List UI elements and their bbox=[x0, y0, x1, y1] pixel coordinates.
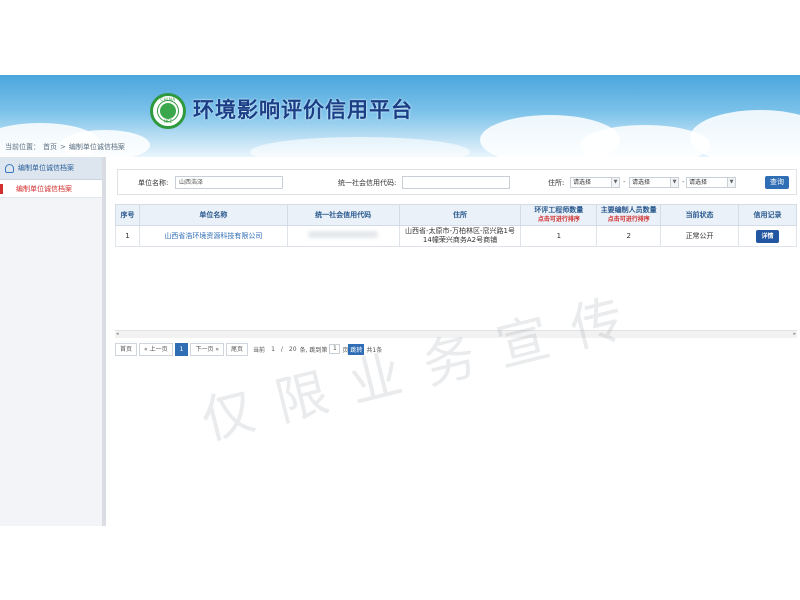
last-page-button[interactable]: 尾页 bbox=[226, 342, 249, 356]
chevron-down-icon: ▼ bbox=[670, 178, 678, 187]
sidebar-item-label: 编制单位诚信档案 bbox=[16, 184, 72, 193]
cell-status: 正常公开 bbox=[660, 225, 739, 247]
table-row: 1 山西省浩环境资源科技有限公司 山西省-太原市-万柏林区-窊兴路1号14幢荣兴… bbox=[115, 225, 797, 247]
cell-credit-record: 详情 bbox=[738, 225, 797, 247]
logo-top-text: CHINA bbox=[160, 97, 176, 102]
cloud-decoration bbox=[690, 110, 800, 157]
district-select[interactable]: 请选择 ▼ bbox=[686, 177, 736, 188]
header-status: 当前状态 bbox=[660, 204, 739, 226]
header-credit-record: 信用记录 bbox=[738, 204, 797, 226]
horizontal-scrollbar[interactable]: ◂ ▸ bbox=[115, 330, 797, 338]
pager-slash: / bbox=[280, 345, 283, 353]
staff-sort-hint[interactable]: 点击可进行排序 bbox=[599, 215, 658, 224]
first-page-button[interactable]: 首页 bbox=[115, 342, 138, 356]
chevron-down-icon: ▼ bbox=[611, 178, 619, 187]
redacted-credit-code bbox=[308, 231, 379, 238]
page-frame: CHINA MEE 环境影响评价信用平台 当前位置： 首页 > 编制单位诚信档案 编制… bbox=[0, 75, 800, 526]
pager-current-label: 当前 bbox=[253, 346, 266, 354]
sidebar-section-title: 编制单位诚信档案 bbox=[18, 164, 74, 172]
address-dash: - bbox=[682, 178, 685, 186]
pagination: 首页 « 上一页 1 下一页 » 尾页 当前 1 / 20 条, 跳到第 1 页… bbox=[115, 342, 382, 356]
address-label: 住所: bbox=[548, 179, 565, 187]
cell-staff-count: 2 bbox=[596, 225, 662, 247]
cell-index: 1 bbox=[115, 225, 140, 247]
header-address: 住所 bbox=[398, 204, 522, 226]
prev-page-button[interactable]: « 上一页 bbox=[139, 342, 173, 356]
sidebar-item-unit-credit-archive[interactable]: 编制单位诚信档案 bbox=[0, 180, 102, 198]
credit-code-input[interactable] bbox=[402, 176, 510, 189]
logo-bottom-text: MEE bbox=[163, 119, 173, 124]
chevron-down-icon: ▼ bbox=[727, 178, 735, 187]
mee-logo-icon: CHINA MEE bbox=[150, 93, 186, 129]
breadcrumb-prefix: 当前位置： bbox=[5, 143, 40, 151]
table-header-row: 序号 单位名称 统一社会信用代码 住所 环评工程师数量 点击可进行排序 主要编制… bbox=[115, 204, 797, 226]
active-indicator bbox=[0, 184, 3, 194]
address-dash: - bbox=[623, 178, 626, 186]
credit-code-label: 统一社会信用代码: bbox=[338, 179, 397, 187]
pager-page-of: 1 bbox=[271, 345, 275, 353]
detail-button[interactable]: 详情 bbox=[756, 229, 779, 243]
header-credit-code: 统一社会信用代码 bbox=[286, 204, 400, 226]
breadcrumb-home-link[interactable]: 首页 bbox=[43, 143, 57, 151]
query-button[interactable]: 查询 bbox=[765, 176, 789, 189]
breadcrumb-separator: > bbox=[60, 143, 66, 151]
pager-total: 共1条 bbox=[366, 346, 383, 354]
cell-credit-code bbox=[286, 225, 400, 247]
province-select-value: 请选择 bbox=[573, 179, 592, 186]
sidebar: 编制单位诚信档案 编制单位诚信档案 bbox=[0, 157, 106, 526]
cell-address: 山西省-太原市-万柏林区-窊兴路1号14幢荣兴商务A2号商铺 bbox=[398, 225, 522, 247]
cloud-decoration bbox=[250, 137, 470, 157]
next-page-button[interactable]: 下一页 » bbox=[190, 342, 225, 356]
breadcrumb-current: 编制单位诚信档案 bbox=[68, 143, 125, 151]
header-engineer-count[interactable]: 环评工程师数量 点击可进行排序 bbox=[520, 204, 598, 226]
page-1-button[interactable]: 1 bbox=[174, 342, 189, 356]
logo-emblem bbox=[158, 101, 178, 121]
results-table: 序号 单位名称 统一社会信用代码 住所 环评工程师数量 点击可进行排序 主要编制… bbox=[115, 204, 797, 247]
pager-page-size: 20 bbox=[288, 345, 297, 353]
header-engineer-count-label: 环评工程师数量 bbox=[534, 206, 584, 214]
header-banner: CHINA MEE 环境影响评价信用平台 当前位置： 首页 > 编制单位诚信档案 bbox=[0, 75, 800, 157]
cell-engineer-count: 1 bbox=[520, 225, 598, 247]
district-select-value: 请选择 bbox=[689, 179, 708, 186]
jump-page-input[interactable]: 1 bbox=[329, 344, 341, 354]
unit-name-label: 单位名称: bbox=[138, 179, 169, 187]
city-select[interactable]: 请选择 ▼ bbox=[629, 177, 679, 188]
city-select-value: 请选择 bbox=[632, 179, 651, 186]
search-panel: 单位名称: 山西浩泽 统一社会信用代码: 住所: 请选择 ▼ - 请选择 ▼ -… bbox=[117, 169, 797, 195]
engineer-sort-hint[interactable]: 点击可进行排序 bbox=[523, 215, 594, 224]
province-select[interactable]: 请选择 ▼ bbox=[570, 177, 620, 188]
cell-unit-name-link[interactable]: 山西省浩环境资源科技有限公司 bbox=[138, 225, 288, 247]
header-staff-count[interactable]: 主要编制人员数量 点击可进行排序 bbox=[596, 204, 662, 226]
jump-button[interactable]: 跳转 bbox=[348, 343, 365, 355]
header-unit-name: 单位名称 bbox=[138, 204, 288, 226]
scroll-left-icon[interactable]: ◂ bbox=[116, 331, 119, 337]
unit-name-input[interactable]: 山西浩泽 bbox=[175, 176, 283, 189]
user-icon bbox=[5, 163, 14, 173]
site-title: 环境影响评价信用平台 bbox=[193, 98, 413, 122]
breadcrumb: 当前位置： 首页 > 编制单位诚信档案 bbox=[5, 142, 128, 152]
header-index: 序号 bbox=[115, 204, 140, 226]
scroll-right-icon[interactable]: ▸ bbox=[793, 331, 796, 337]
watermark: 仅限业务宣传 bbox=[195, 283, 653, 453]
header-staff-count-label: 主要编制人员数量 bbox=[600, 206, 657, 214]
sidebar-section-header[interactable]: 编制单位诚信档案 bbox=[0, 157, 102, 180]
pager-per-page-unit: 条, 跳到第 bbox=[299, 346, 328, 354]
